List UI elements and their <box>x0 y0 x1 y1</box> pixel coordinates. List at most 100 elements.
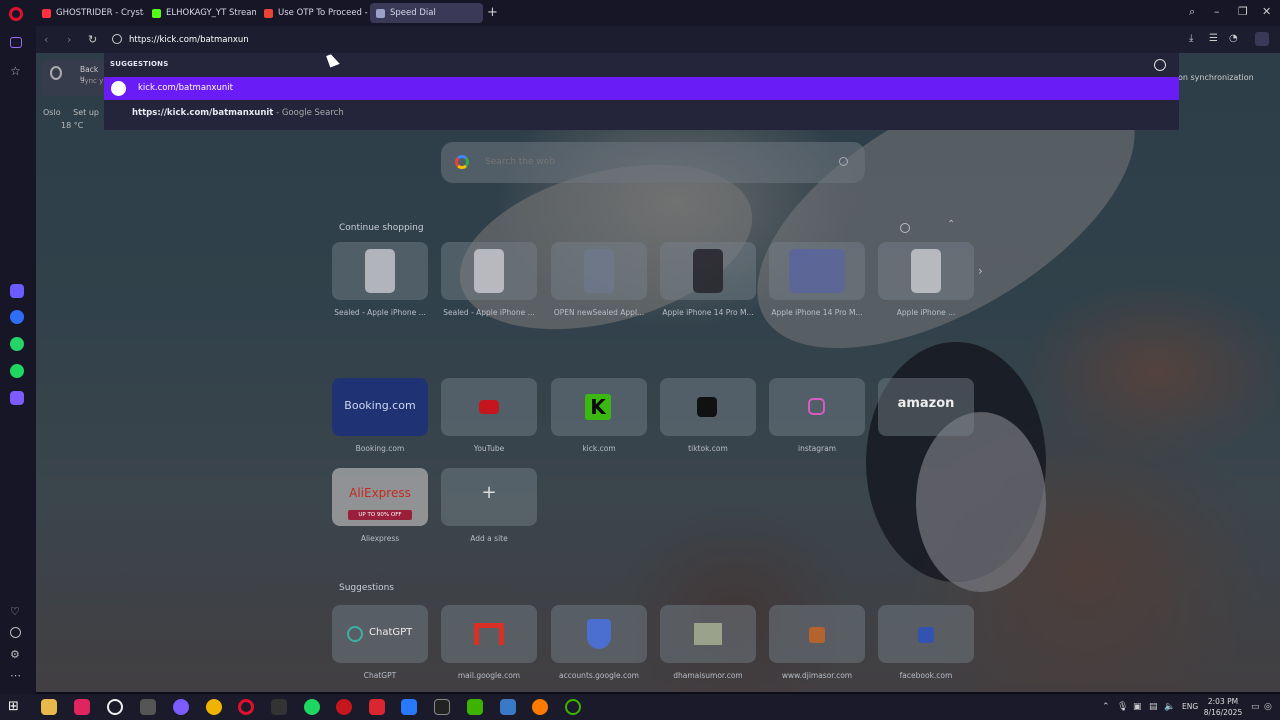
language-indicator[interactable]: ENG <box>1182 702 1198 711</box>
home-icon[interactable] <box>10 37 22 48</box>
bookmarks-icon[interactable]: ☆ <box>10 64 24 78</box>
shopping-tile[interactable] <box>660 242 756 300</box>
close-button[interactable]: ✕ <box>1262 5 1271 18</box>
web-search-box[interactable] <box>441 142 865 183</box>
speed-dial-favicon-icon <box>376 8 385 18</box>
tray-chevron-icon[interactable]: ⌃ <box>1102 702 1110 712</box>
suggested-accounts[interactable] <box>551 605 647 663</box>
speed-dial-amazon[interactable]: amazon <box>878 378 974 436</box>
suggested-label: facebook.com <box>899 671 953 680</box>
suggestion-item-url[interactable]: kick.com/batmanxunit <box>104 77 1179 100</box>
google-icon <box>455 155 469 169</box>
app-icon[interactable] <box>467 699 483 715</box>
speed-dial-youtube[interactable] <box>441 378 537 436</box>
forward-button[interactable]: › <box>67 33 71 46</box>
tab-label: ELHOKAGY_YT Stream - V <box>166 8 256 18</box>
suggestion-query-text: https://kick.com/batmanxunit <box>132 108 274 118</box>
web-search-input[interactable] <box>485 154 785 170</box>
aria-sidebar-icon[interactable] <box>10 284 24 298</box>
weather-widget[interactable]: Oslo Set up 18 °C <box>43 108 99 130</box>
file-explorer-icon[interactable] <box>41 699 57 715</box>
add-site-tile[interactable]: + <box>441 468 537 526</box>
smiley-icon[interactable] <box>900 223 910 233</box>
opera-menu-icon[interactable] <box>9 7 23 21</box>
tab[interactable]: GHOSTRIDER - Crystal Ca <box>36 3 144 23</box>
heart-icon[interactable]: ♡ <box>10 605 24 619</box>
shopping-tile[interactable] <box>878 242 974 300</box>
app-icon[interactable] <box>401 699 417 715</box>
app-icon[interactable] <box>206 699 222 715</box>
app-icon[interactable] <box>500 699 516 715</box>
suggested-site[interactable] <box>660 605 756 663</box>
speed-dial-instagram[interactable] <box>769 378 865 436</box>
shopping-tile[interactable] <box>551 242 647 300</box>
youtube-icon <box>479 400 499 414</box>
app-icon[interactable] <box>369 699 385 715</box>
globe-icon <box>111 81 126 96</box>
clock[interactable]: 2:03 PM 8/16/2025 <box>1200 696 1246 718</box>
new-tab-button[interactable]: + <box>487 6 498 19</box>
back-button[interactable]: ‹ <box>44 33 48 46</box>
shopping-tile[interactable] <box>441 242 537 300</box>
instagram-icon <box>808 398 825 415</box>
shield-icon <box>587 619 611 649</box>
download-icon[interactable]: ⤓ <box>1189 34 1199 44</box>
collapse-icon[interactable]: ⌃ <box>947 219 955 230</box>
speed-dial-aliexpress[interactable]: AliExpress UP TO 90% OFF <box>332 468 428 526</box>
tab[interactable]: ELHOKAGY_YT Stream - V <box>146 3 256 23</box>
network-icon[interactable]: ▤ <box>1149 702 1158 712</box>
media-player-icon[interactable] <box>336 699 352 715</box>
more-icon[interactable]: ⋯ <box>10 669 24 683</box>
speed-dial-kick[interactable]: K <box>551 378 647 436</box>
tray-app-icon[interactable]: ◎ <box>1264 702 1272 712</box>
suggested-label: dhamaisumor.com <box>673 671 743 680</box>
shopping-tile[interactable] <box>332 242 428 300</box>
sync-card[interactable]: Back u Sync y <box>42 60 104 96</box>
aria-icon[interactable] <box>1255 32 1269 46</box>
windows-start-icon[interactable]: ⊞ <box>8 699 24 715</box>
opera-taskbar-icon[interactable] <box>238 699 254 715</box>
reload-button[interactable]: ↻ <box>88 33 97 46</box>
cloud-app-icon[interactable] <box>532 699 548 715</box>
easy-setup-icon[interactable]: ☰ <box>1209 34 1219 44</box>
player-icon[interactable] <box>10 391 24 405</box>
suggestion-item-search[interactable]: https://kick.com/batmanxunit - Google Se… <box>132 108 344 118</box>
site-info-icon[interactable] <box>112 34 122 44</box>
app-icon[interactable] <box>434 699 450 715</box>
whatsapp-icon[interactable] <box>10 337 24 351</box>
tiktok-taskbar-icon[interactable] <box>74 699 90 715</box>
suggested-site[interactable] <box>878 605 974 663</box>
gmail-favicon-icon <box>264 8 273 18</box>
tab-active[interactable]: Speed Dial <box>370 3 483 23</box>
address-bar-input[interactable] <box>129 33 249 47</box>
spotify-icon[interactable] <box>10 364 24 378</box>
messenger-icon[interactable] <box>10 310 24 324</box>
notifications-icon[interactable]: ▭ <box>1251 702 1260 712</box>
chevron-right-icon[interactable]: › <box>978 264 983 278</box>
suggested-gmail[interactable] <box>441 605 537 663</box>
app-icon[interactable] <box>107 699 123 715</box>
spotify-taskbar-icon[interactable] <box>304 699 320 715</box>
speed-dial-booking[interactable]: Booking.com <box>332 378 428 436</box>
app-icon[interactable] <box>565 699 581 715</box>
tab[interactable]: Use OTP To Proceed - raf <box>258 3 368 23</box>
tray-app-icon[interactable]: ▣ <box>1133 702 1142 712</box>
capcut-icon[interactable] <box>271 699 287 715</box>
history-icon[interactable] <box>10 627 21 638</box>
shopping-tile[interactable] <box>769 242 865 300</box>
profile-icon[interactable]: ◔ <box>1229 34 1239 44</box>
settings-gear-icon[interactable]: ⚙ <box>10 648 24 662</box>
discord-icon[interactable] <box>173 699 189 715</box>
volume-icon[interactable]: 🔈 <box>1164 702 1175 712</box>
maximize-button[interactable]: ❐ <box>1238 5 1248 18</box>
search-icon[interactable] <box>839 157 848 166</box>
smiley-icon[interactable] <box>1154 59 1166 71</box>
terminal-icon[interactable] <box>140 699 156 715</box>
suggested-chatgpt[interactable]: ChatGPT <box>332 605 428 663</box>
minimize-button[interactable]: – <box>1214 5 1220 18</box>
search-tabs-icon[interactable]: ⌕ <box>1189 5 1195 19</box>
speed-dial-label: kick.com <box>582 444 616 453</box>
speed-dial-tiktok[interactable] <box>660 378 756 436</box>
mic-icon[interactable]: 🎙 <box>1117 702 1128 712</box>
suggested-site[interactable] <box>769 605 865 663</box>
